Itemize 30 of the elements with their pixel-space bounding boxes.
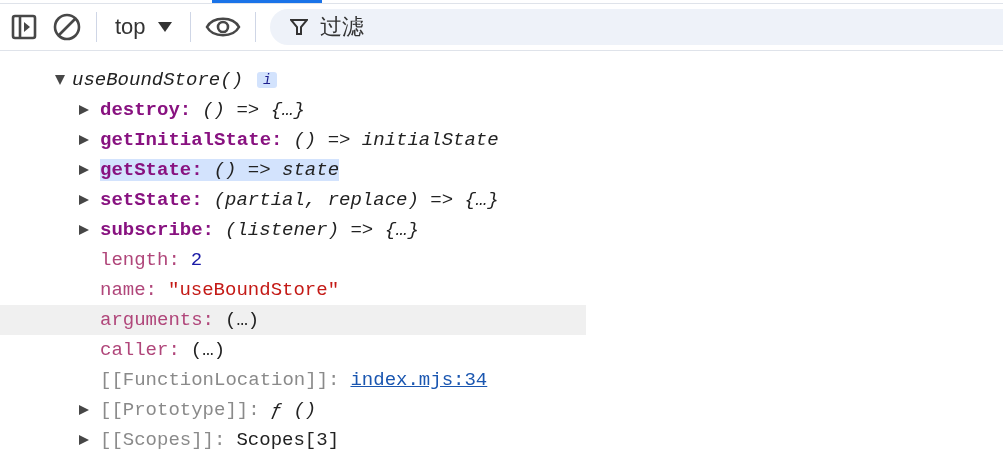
caret-icon	[157, 22, 172, 32]
function-name: useBoundStore()	[72, 69, 244, 91]
property-entry[interactable]: subscribe: (listener) => {…}	[100, 219, 419, 241]
clear-icon[interactable]	[52, 12, 82, 42]
expand-arrow-icon[interactable]	[54, 74, 66, 86]
property-entry[interactable]: [[FunctionLocation]]: index.mjs:34	[100, 369, 488, 391]
property-entry[interactable]: [[Scopes]]: Scopes[3]	[100, 429, 340, 451]
expand-arrow-icon[interactable]	[78, 134, 90, 146]
context-dropdown[interactable]: top	[111, 14, 176, 40]
property-entry[interactable]: getState: () => state	[100, 159, 340, 181]
info-badge[interactable]: i	[257, 72, 278, 88]
property-entry[interactable]: length: 2	[100, 249, 203, 271]
property-entry[interactable]: destroy: () => {…}	[100, 99, 305, 121]
property-entry[interactable]: name: "useBoundStore"	[100, 279, 340, 301]
expand-arrow-icon[interactable]	[78, 404, 90, 416]
sidebar-toggle-icon[interactable]	[10, 13, 38, 41]
eye-icon[interactable]	[204, 15, 241, 39]
property-entry[interactable]: [[Prototype]]: ƒ ()	[100, 399, 317, 421]
source-link[interactable]: index.mjs:34	[350, 369, 488, 391]
property-entry[interactable]: getInitialState: () => initialState	[100, 129, 499, 151]
expand-arrow-icon[interactable]	[78, 434, 90, 446]
expand-arrow-icon[interactable]	[78, 104, 90, 116]
property-entry[interactable]: arguments: (…)	[100, 309, 260, 331]
filter-field[interactable]: 过滤	[269, 9, 1003, 45]
property-entry[interactable]: setState: (partial, replace) => {…}	[100, 189, 499, 211]
expand-arrow-icon[interactable]	[78, 194, 90, 206]
property-entry[interactable]: caller: (…)	[100, 339, 226, 361]
expand-arrow-icon[interactable]	[78, 224, 90, 236]
filter-icon	[289, 18, 308, 36]
expand-arrow-icon[interactable]	[78, 164, 90, 176]
